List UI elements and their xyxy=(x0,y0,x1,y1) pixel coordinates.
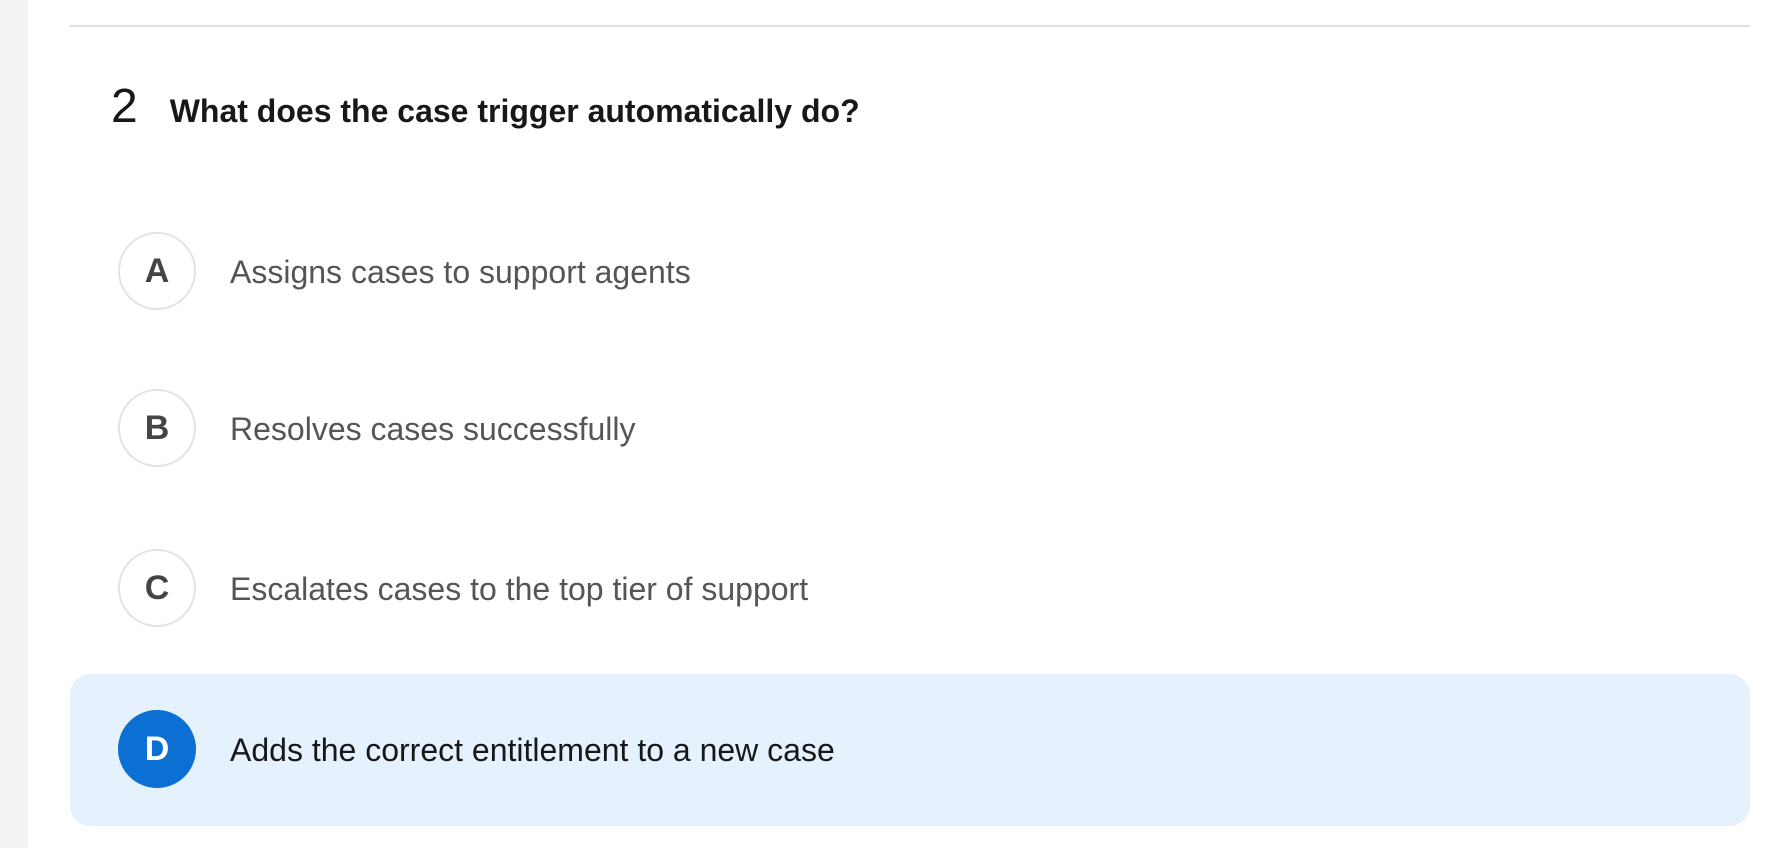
question-number: 2 xyxy=(111,80,138,133)
option-letter-badge: C xyxy=(118,549,196,627)
option-letter-badge: B xyxy=(118,389,196,467)
section-divider xyxy=(70,25,1750,27)
option-text: Resolves cases successfully xyxy=(230,411,636,447)
answer-option-a[interactable]: A Assigns cases to support agents xyxy=(70,196,1750,348)
option-letter-badge: A xyxy=(118,232,196,310)
option-text: Escalates cases to the top tier of suppo… xyxy=(230,571,809,607)
quiz-page: 2 What does the case trigger automatical… xyxy=(0,0,1774,848)
option-text: Adds the correct entitlement to a new ca… xyxy=(230,732,835,768)
option-letter-badge: D xyxy=(118,710,196,788)
option-text: Assigns cases to support agents xyxy=(230,254,691,290)
question-header: 2 What does the case trigger automatical… xyxy=(111,78,860,140)
answer-option-d[interactable]: D Adds the correct entitlement to a new … xyxy=(70,674,1750,826)
answer-option-b[interactable]: B Resolves cases successfully xyxy=(70,353,1750,505)
left-gutter xyxy=(0,0,28,848)
question-text: What does the case trigger automatically… xyxy=(169,93,860,129)
answer-option-c[interactable]: C Escalates cases to the top tier of sup… xyxy=(70,513,1750,665)
